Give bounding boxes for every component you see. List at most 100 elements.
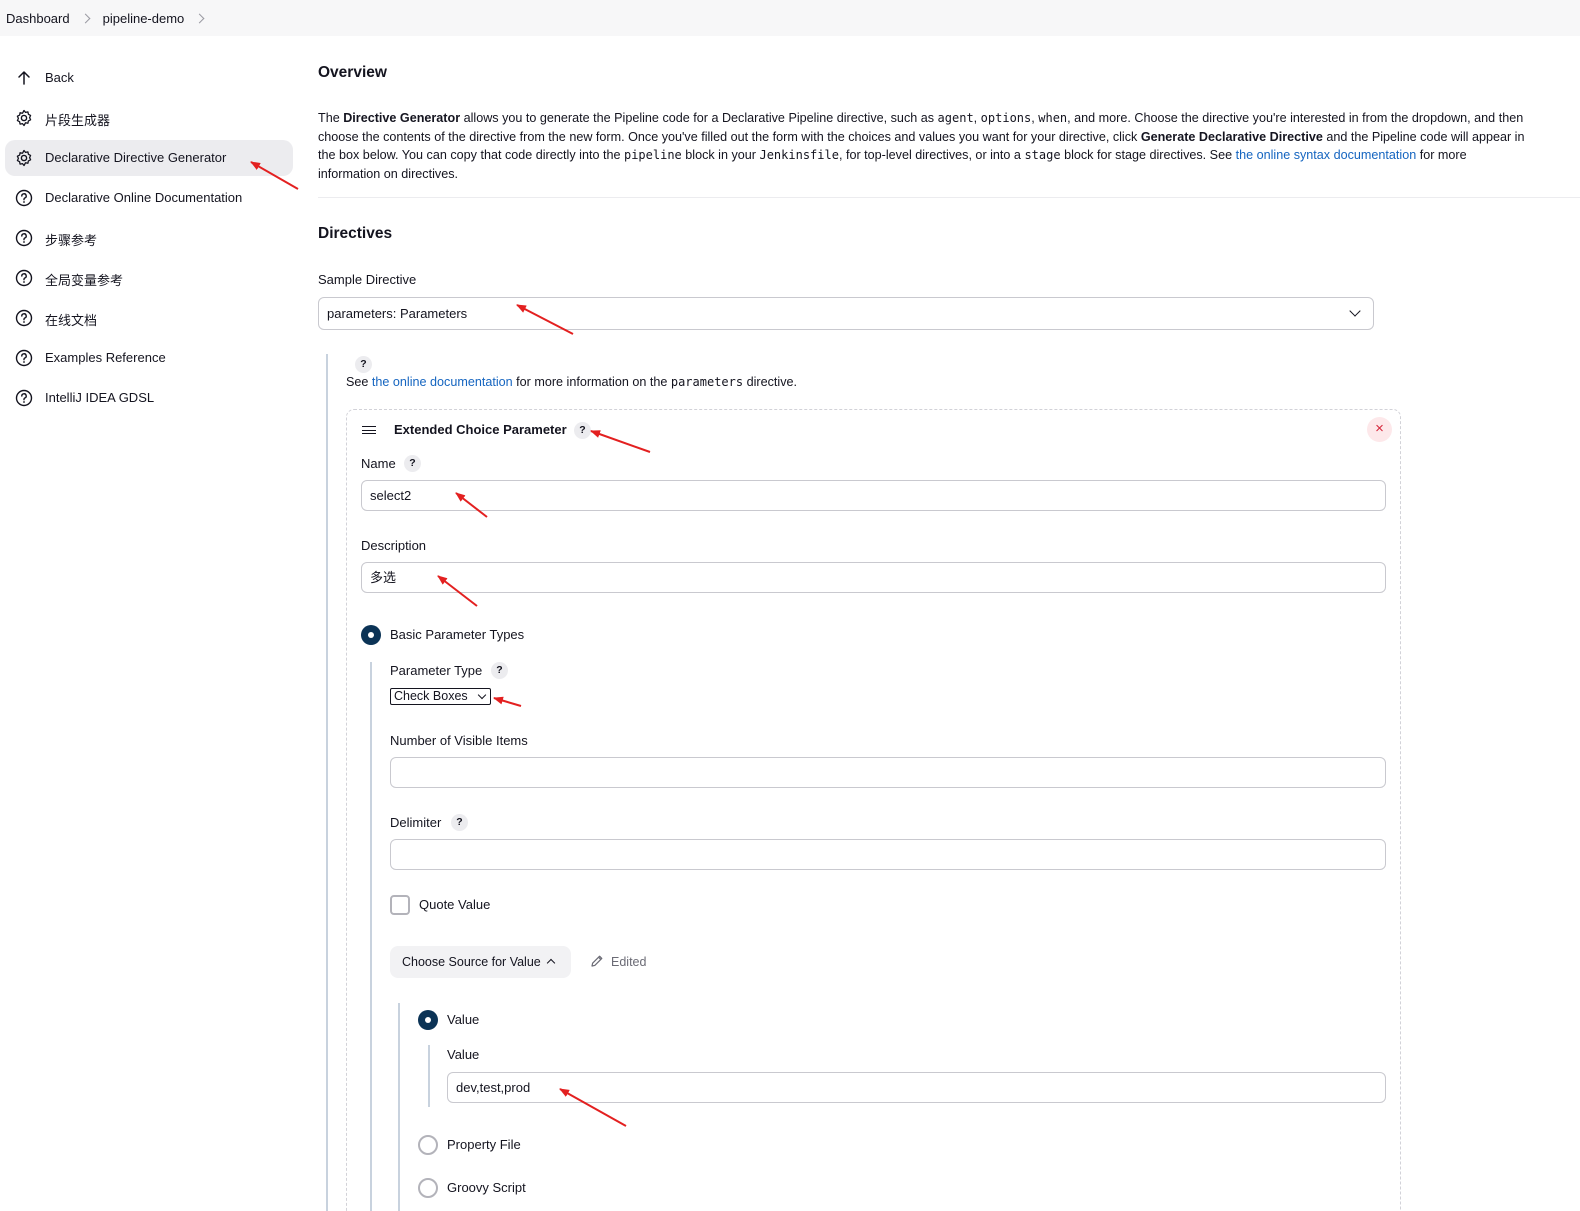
code-jenkinsfile: Jenkinsfile [759,148,839,163]
basic-parameter-types-radio[interactable] [361,625,381,645]
choose-source-label: Choose Source for Value [402,955,541,969]
code-pipeline: pipeline [623,148,682,163]
code-stage: stage [1024,148,1061,163]
arrow-up-icon [18,71,30,85]
sidebar-item-label: IntelliJ IDEA GDSL [45,390,155,405]
text-segment: and the Pipeline code will appear in [1322,129,1525,144]
value-input[interactable]: dev,test,prod [447,1072,1386,1103]
sample-directive-label: Sample Directive [318,272,417,287]
source-value-radio[interactable] [418,1010,438,1030]
text-segment: directive. [743,375,798,389]
chevron-down-icon [1349,305,1361,317]
close-icon[interactable]: × [1367,417,1392,442]
sidebar-item-intellij-idea-gdsl[interactable]: IntelliJ IDEA GDSL [5,380,293,416]
pencil-icon [591,955,603,967]
chevron-up-icon [546,958,556,968]
text-segment: , and more. Choose the directive you're … [1067,111,1524,125]
choose-source-button[interactable]: Choose Source for Value [390,946,571,978]
help-circle-icon [15,189,33,207]
source-property-file-radio[interactable] [418,1135,438,1155]
source-property-file-label: Property File [447,1137,521,1152]
value-label: Value [447,1047,480,1062]
sidebar-item-label: Declarative Directive Generator [45,150,227,165]
text-segment: allows you to generate the Pipeline code… [460,111,938,125]
overview-line: The Directive Generator allows you to ge… [318,109,1580,128]
sidebar-item-label: Declarative Online Documentation [45,190,243,205]
sidebar-item-declarative-online-documentation[interactable]: Declarative Online Documentation [5,180,293,216]
chevron-right-icon[interactable] [194,13,205,23]
text-segment: The [318,111,344,125]
code-agent: agent [937,111,974,125]
source-indent-line [398,1003,400,1211]
overview-heading: Overview [318,64,387,81]
breadcrumb-dashboard[interactable]: Dashboard [6,11,70,26]
online-documentation-link[interactable]: the online documentation [372,375,513,389]
quote-value-checkbox[interactable] [390,895,410,915]
name-input[interactable]: select2 [361,480,1386,511]
delimiter-label: Delimiter [390,815,442,830]
parameter-type-value: Check Boxes [394,689,468,703]
sidebar-item-examples-reference[interactable]: Examples Reference [5,340,293,376]
sidebar-item-label: 片段生成器 [45,113,111,128]
sidebar-item-global-variables-reference[interactable]: 全局变量参考 [5,260,293,296]
sidebar-item-label: Back [45,70,74,85]
overview-line: choose the contents of the directive fro… [318,128,1580,147]
name-label: Name [361,456,396,471]
help-circle-icon [15,389,33,407]
visible-items-label: Number of Visible Items [390,733,528,748]
help-circle-icon [15,349,33,367]
sidebar-item-steps-reference[interactable]: 步骤参考 [5,220,293,256]
text-bold: Generate Declarative Directive [1140,129,1323,144]
sidebar-item-label: Examples Reference [45,350,166,365]
parameter-type-select[interactable]: Check Boxes [390,688,491,705]
source-groovy-script-label: Groovy Script [447,1180,526,1195]
parameters-help-icon[interactable]: ? [355,356,372,373]
text-segment: block in your [681,148,760,163]
chevron-down-icon [477,690,487,700]
description-label: Description [361,538,427,553]
overview-line: information on directives. [318,167,458,182]
source-value-label: Value [447,1012,480,1027]
text-segment: See [346,375,372,389]
text-segment: for more information on the [512,375,671,389]
delimiter-help-icon[interactable]: ? [451,814,468,831]
sample-directive-select[interactable]: parameters: Parameters [318,297,1374,330]
drag-handle-icon[interactable] [362,426,376,434]
breadcrumb-pipeline-demo[interactable]: pipeline-demo [103,11,185,26]
visible-items-input[interactable] [390,757,1386,788]
text-segment: the box below. You can copy that code di… [318,148,624,163]
help-circle-icon [15,309,33,327]
text-segment: block for stage directives. See [1060,148,1236,163]
chevron-right-icon [80,13,91,23]
section-divider [318,197,1580,198]
overview-description: The Directive Generator allows you to ge… [318,109,1580,184]
sidebar-item-back[interactable]: Back [5,60,293,96]
parameter-help-icon[interactable]: ? [574,422,591,439]
text-bold: Directive Generator [343,111,461,125]
description-input[interactable]: 多选 [361,562,1386,593]
sidebar-item-online-docs[interactable]: 在线文档 [5,300,293,336]
online-syntax-documentation-link[interactable]: the online syntax documentation [1236,148,1417,162]
name-help-icon[interactable]: ? [404,455,421,472]
basic-parameter-types-label: Basic Parameter Types [390,627,525,642]
gear-icon [16,149,32,167]
code-parameters: parameters [670,375,744,389]
help-circle-icon [15,229,33,247]
sidebar-item-snippet-generator[interactable]: 片段生成器 [5,100,293,136]
directive-indent-line [326,354,328,1211]
text-segment: , [973,111,981,125]
code-when: when [1038,111,1068,125]
parameter-title: Extended Choice Parameter [394,422,567,437]
parameter-type-label: Parameter Type [390,663,483,678]
source-groovy-script-radio[interactable] [418,1178,438,1198]
basic-types-indent-line [370,662,372,1211]
parameter-type-help-icon[interactable]: ? [491,662,508,679]
sidebar-item-label: 在线文档 [45,313,98,328]
directives-heading: Directives [318,225,393,242]
text-segment: choose the contents of the directive fro… [318,129,1141,144]
edited-label: Edited [611,955,647,969]
sidebar-item-declarative-directive-generator[interactable]: Declarative Directive Generator [5,140,293,176]
sidebar-item-label: 全局变量参考 [45,273,124,288]
delimiter-input[interactable] [390,839,1386,870]
help-circle-icon [15,269,33,287]
